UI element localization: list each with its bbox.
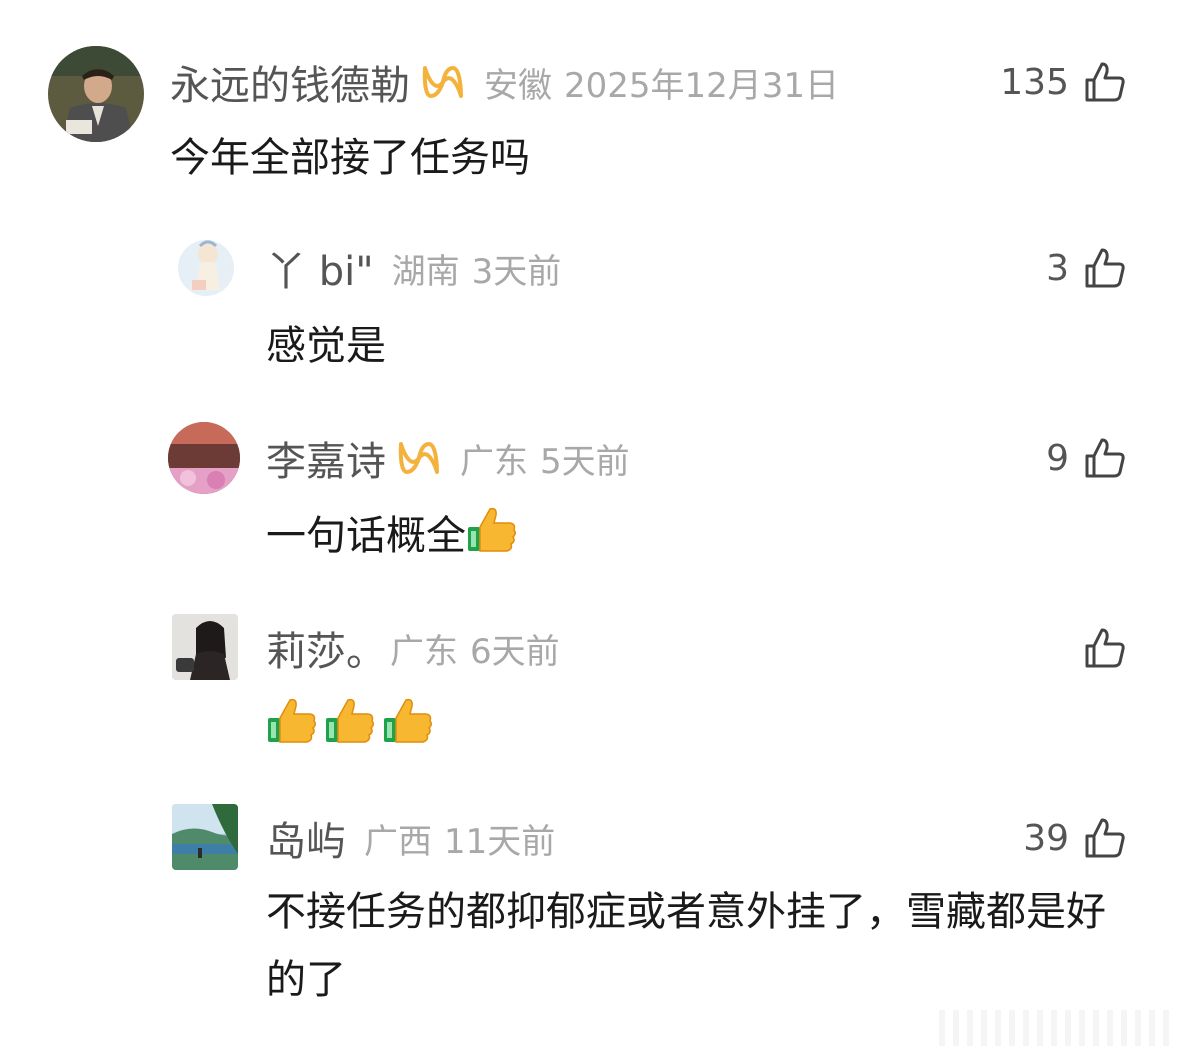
- thumbs-up-emoji: [382, 694, 434, 767]
- like-count: 39: [1023, 817, 1069, 859]
- username[interactable]: 岛屿: [266, 809, 346, 867]
- thumbs-up-emoji: [466, 503, 518, 576]
- watermark: [939, 1010, 1169, 1046]
- vip-badge-icon: [420, 62, 466, 102]
- timestamp: 11天前: [444, 821, 556, 862]
- timestamp: 5天前: [540, 441, 630, 482]
- comment-text: 感觉是: [266, 323, 386, 369]
- like-count: 3: [1046, 247, 1069, 289]
- location: 广东: [460, 441, 528, 482]
- like-button[interactable]: 135: [1000, 58, 1127, 106]
- location: 广西: [364, 821, 432, 862]
- comment-meta: 莉莎。 广东 6天前: [266, 624, 560, 675]
- avatar[interactable]: [48, 46, 144, 142]
- like-count: 9: [1046, 437, 1069, 479]
- comment-meta: 李嘉诗 广东 5天前: [266, 434, 630, 485]
- timestamp: 2025年12月31日: [564, 65, 840, 106]
- avatar[interactable]: [174, 234, 238, 298]
- like-count: 135: [1000, 61, 1069, 103]
- thumbs-up-icon[interactable]: [1083, 60, 1127, 104]
- location: 广东: [390, 631, 458, 672]
- comment-text-content: 一句话概全: [266, 513, 466, 559]
- comment-text: [266, 694, 434, 767]
- reply-item: 莉莎。 广东 6天前: [0, 580, 1179, 780]
- avatar[interactable]: [172, 614, 238, 680]
- thumbs-up-icon[interactable]: [1083, 816, 1127, 860]
- comment-text: 今年全部接了任务吗: [170, 135, 530, 181]
- timestamp: 3天前: [471, 251, 562, 292]
- comment-text: 不接任务的都抑郁症或者意外挂了，雪藏都是好的了: [266, 889, 1106, 1003]
- username[interactable]: 李嘉诗: [266, 429, 386, 487]
- location: 安徽: [484, 65, 552, 106]
- timestamp: 6天前: [470, 631, 560, 672]
- avatar[interactable]: [168, 422, 240, 494]
- thumbs-up-icon[interactable]: [1083, 246, 1127, 290]
- comment-item: 永远的钱德勒 安徽 2025年12月31日 135 今年全部接了任务吗: [0, 0, 1179, 200]
- comment-meta: 丫 bi" 湖南 3天前: [266, 244, 562, 295]
- username[interactable]: 莉莎。: [266, 619, 386, 677]
- username[interactable]: 永远的钱德勒: [170, 53, 410, 111]
- comment-meta: 永远的钱德勒 安徽 2025年12月31日: [170, 58, 840, 109]
- thumbs-up-emoji: [324, 694, 376, 767]
- thumbs-up-icon[interactable]: [1083, 436, 1127, 480]
- location: 湖南: [391, 251, 460, 292]
- like-button[interactable]: 3: [1046, 244, 1127, 292]
- like-button[interactable]: 9: [1046, 434, 1127, 482]
- comment-text: 一句话概全: [266, 502, 518, 576]
- like-button[interactable]: 39: [1023, 814, 1127, 862]
- like-button[interactable]: [1069, 624, 1127, 672]
- vip-badge-icon: [396, 438, 442, 478]
- comment-meta: 岛屿 广西 11天前: [266, 814, 556, 865]
- username[interactable]: 丫 bi": [266, 239, 374, 297]
- thumbs-up-icon[interactable]: [1083, 626, 1127, 670]
- avatar[interactable]: [172, 804, 238, 870]
- reply-item: 丫 bi" 湖南 3天前 3 感觉是: [0, 200, 1179, 390]
- reply-item: 李嘉诗 广东 5天前 9 一句话概全: [0, 390, 1179, 580]
- thumbs-up-emoji: [266, 694, 318, 767]
